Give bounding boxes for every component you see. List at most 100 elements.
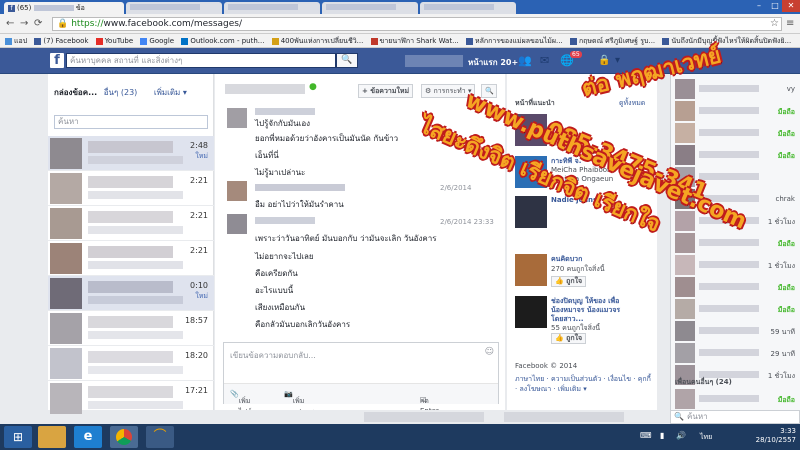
browser-tab-5[interactable]: [420, 2, 516, 14]
volume-icon[interactable]: 🔊: [676, 431, 686, 440]
messages-icon[interactable]: ✉: [540, 54, 554, 68]
bookmark-item[interactable]: ขายนาฬิกา Shark Wat...: [370, 34, 459, 48]
suggested-pages-title: หน้าที่แนะนำ: [515, 99, 555, 107]
new-message-button[interactable]: + ข้อความใหม่: [358, 84, 414, 98]
emoji-icon[interactable]: ☺: [485, 347, 494, 357]
chat-contact[interactable]: vy: [673, 78, 799, 100]
avatar: [675, 123, 695, 143]
inbox-search-input[interactable]: ค้นหา: [54, 115, 208, 129]
language-indicator[interactable]: ไทย: [700, 432, 712, 443]
chat-contact[interactable]: มือถือ: [673, 122, 799, 144]
chat-contact[interactable]: มือถือ: [673, 298, 799, 320]
reply-composer[interactable]: เขียนข้อความตอบกลับ... ☺ 📎 เพิ่มไฟล์ 📷 เ…: [223, 342, 499, 435]
suggested-page[interactable]: คนคิดบวก 270 คนถูกใจสิ่งนี้ 👍 ถูกใจ: [515, 254, 655, 298]
back-arrow-icon[interactable]: ←: [6, 18, 14, 29]
conversation-row[interactable]: 0:10 ใหม่: [48, 276, 214, 311]
like-button[interactable]: 👍 ถูกใจ: [551, 333, 587, 344]
windows-start-icon[interactable]: ⊞: [4, 426, 32, 448]
conversation-row[interactable]: 18:20: [48, 346, 214, 381]
bookmark-item[interactable]: 400พันแห่งการเปลี่ยนชีวิ...: [271, 34, 363, 48]
more-dropdown[interactable]: เพิ่มเติม ▾: [154, 88, 187, 97]
chrome-icon[interactable]: [110, 426, 138, 448]
chat-contact[interactable]: มือถือ: [673, 232, 799, 254]
blurred-chat-tab[interactable]: [504, 412, 624, 422]
menu-icon[interactable]: ≡: [786, 18, 794, 29]
star-icon[interactable]: ☆: [770, 18, 779, 29]
footer-links[interactable]: ภาษาไทย · ความเป็นส่วนตัว · เงื่อนไข · ค…: [515, 374, 655, 394]
bookmark-item[interactable]: Google: [140, 34, 174, 48]
avatar: [50, 278, 82, 309]
avatar: [50, 138, 82, 169]
forward-arrow-icon[interactable]: →: [20, 18, 28, 29]
system-clock[interactable]: 3:33 28/10/2557: [756, 427, 796, 445]
bookmark-item[interactable]: กฤษดณ์ ศรีภูมิเศษฐ์ รูบ...: [569, 34, 655, 48]
bookmark-item[interactable]: (7) Facebook: [34, 34, 88, 48]
blurred-snippet: [88, 401, 183, 409]
facebook-search-input[interactable]: ค้นหาบุคคล สถานที่ และสิ่งต่างๆ: [66, 53, 336, 68]
conversation-time: 18:20: [184, 351, 208, 360]
bookmark-item[interactable]: หลักการของแม่ผลขอนไม้ผ...: [466, 34, 563, 48]
avatar: [675, 101, 695, 121]
internet-explorer-icon[interactable]: e: [74, 426, 102, 448]
keyboard-icon[interactable]: ⌨: [640, 431, 652, 440]
search-icon[interactable]: 🔍: [336, 53, 358, 68]
search-icon: 🔍: [674, 412, 684, 421]
blurred-chat-tab[interactable]: [364, 412, 484, 422]
close-window-button[interactable]: ✕: [782, 0, 800, 12]
bookmark-item[interactable]: YouTube: [95, 34, 133, 48]
conversation-row[interactable]: 2:21: [48, 241, 214, 276]
chat-contact[interactable]: มือถือ: [673, 276, 799, 298]
chat-contact[interactable]: 1 ชั่วโมง: [673, 254, 799, 276]
chat-status: 29 นาที: [770, 350, 795, 358]
chat-contact[interactable]: มือถือ: [673, 144, 799, 166]
bookmark-item[interactable]: Outlook.com - puth...: [181, 34, 264, 48]
see-all-link[interactable]: ดูทั้งหมด: [619, 98, 645, 109]
bookmark-label: Google: [149, 37, 175, 45]
chat-search-input[interactable]: ค้นหา: [670, 410, 800, 424]
online-status-icon: ●: [309, 82, 317, 92]
blurred-name: [88, 211, 173, 223]
facebook-icon: [569, 37, 577, 45]
tab-other[interactable]: อื่นๆ (23): [104, 88, 138, 97]
clock-time: 3:33: [780, 427, 796, 435]
maximize-button[interactable]: □: [768, 0, 782, 12]
attach-file-button[interactable]: 📎 เพิ่มไฟล์: [230, 390, 252, 416]
conversation-row[interactable]: 18:57: [48, 311, 214, 346]
browser-tab-3[interactable]: [224, 2, 320, 14]
minimize-button[interactable]: –: [752, 0, 766, 12]
conversation-row[interactable]: 17:21: [48, 381, 214, 416]
url-input[interactable]: 🔒 https://www.facebook.com/messages/: [52, 17, 782, 31]
chat-contact[interactable]: มือถือ: [673, 100, 799, 122]
network-icon[interactable]: ▮: [660, 431, 664, 440]
chat-tabs-bar: [214, 410, 670, 424]
conversation-row[interactable]: 2:48 ใหม่: [48, 136, 214, 171]
chat-contact[interactable]: 29 นาที: [673, 342, 799, 364]
suggested-page[interactable]: ช่องปิดบุญ ให้ของ เพื่อ น้องหมาจร น้องแม…: [515, 296, 655, 344]
blurred-name: [699, 239, 759, 246]
app-icon[interactable]: ⌒: [146, 426, 174, 448]
message-text: อะไรแบบนี้: [255, 286, 294, 295]
tab-inbox[interactable]: กล่องข้อค...: [54, 88, 97, 97]
browser-tab-messages[interactable]: f (65) ข้อ: [4, 2, 124, 14]
facebook-logo[interactable]: f: [50, 53, 64, 68]
checkbox-icon[interactable]: ☑: [420, 396, 426, 404]
blurred-name: [699, 107, 759, 114]
profile-name-blurred[interactable]: [405, 55, 463, 67]
browser-tab-4[interactable]: [322, 2, 418, 14]
more-friends-header[interactable]: เพื่อนคนอื่นๆ (24): [675, 377, 732, 388]
chat-contact[interactable]: มือถือ: [673, 388, 799, 410]
friend-requests-icon[interactable]: 👥: [518, 54, 532, 68]
chat-contact[interactable]: 59 นาที: [673, 320, 799, 342]
conversation-row[interactable]: 2:21: [48, 171, 214, 206]
blurred-text: [228, 4, 298, 10]
home-link[interactable]: หน้าแรก 20+: [468, 56, 518, 69]
add-photo-button[interactable]: 📷 เพิ่มรูปภาพ: [284, 390, 314, 416]
new-badge: ใหม่: [195, 152, 208, 160]
reply-input[interactable]: เขียนข้อความตอบกลับ...: [230, 349, 316, 362]
like-button[interactable]: 👍 ถูกใจ: [551, 276, 587, 287]
bookmark-item[interactable]: แอป: [5, 34, 27, 48]
reload-icon[interactable]: ⟳: [34, 18, 42, 29]
file-explorer-icon[interactable]: [38, 426, 66, 448]
browser-tab-2[interactable]: [126, 2, 222, 14]
conversation-row[interactable]: 2:21: [48, 206, 214, 241]
